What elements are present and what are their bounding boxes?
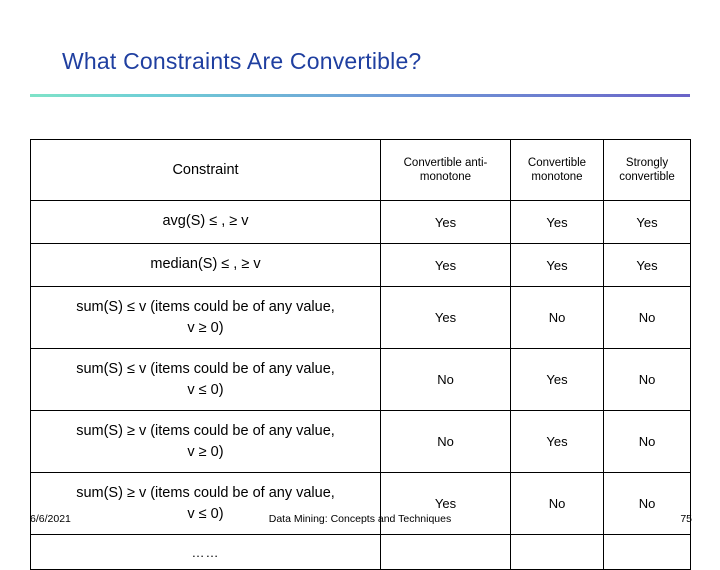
constraint-text: median(S) ≤ , ≥ v (150, 256, 261, 273)
value-monotone: Yes (510, 410, 604, 473)
value-monotone: Yes (510, 348, 604, 411)
value-monotone: Yes (510, 200, 604, 244)
value-strongly-convertible: No (603, 410, 691, 473)
value-anti-monotone: No (380, 410, 511, 473)
constraint-text-line1: sum(S) ≤ v (items could be of any value, (76, 361, 335, 378)
header-line-1: Convertible anti- (403, 156, 488, 169)
value-strongly-convertible: No (603, 286, 691, 349)
slide-footer: 6/6/2021 Data Mining: Concepts and Techn… (0, 504, 720, 540)
header-line-2: convertible (619, 171, 675, 183)
title-divider (30, 94, 690, 97)
constraint-cell: median(S) ≤ , ≥ v (30, 243, 381, 287)
table-header-row: Constraint Convertible anti- monotone Co… (30, 139, 691, 201)
column-header-constraint: Constraint (30, 139, 381, 201)
constraint-cell: sum(S) ≤ v (items could be of any value,… (30, 348, 381, 411)
slide: What Constraints Are Convertible? Constr… (0, 0, 720, 570)
constraint-text-line1: sum(S) ≥ v (items could be of any value, (76, 423, 335, 440)
table-row: sum(S) ≥ v (items could be of any value,… (30, 410, 691, 473)
value-strongly-convertible: Yes (603, 243, 691, 287)
value-anti-monotone: No (380, 348, 511, 411)
constraint-text: avg(S) ≤ , ≥ v (162, 213, 249, 230)
value-strongly-convertible: No (603, 348, 691, 411)
column-header-convertible-anti-monotone: Convertible anti- monotone (380, 139, 511, 201)
page-title: What Constraints Are Convertible? (62, 48, 422, 74)
value-monotone: No (510, 286, 604, 349)
header-line-1: Convertible (527, 156, 587, 169)
constraint-text-line1: sum(S) ≥ v (items could be of any value, (76, 485, 335, 502)
header-line-2: monotone (419, 171, 472, 183)
constraint-text-line1: sum(S) ≤ v (items could be of any value, (76, 299, 335, 316)
constraint-cell: sum(S) ≤ v (items could be of any value,… (30, 286, 381, 349)
header-line-2: monotone (531, 171, 583, 183)
table-row: sum(S) ≤ v (items could be of any value,… (30, 286, 691, 349)
table-row: avg(S) ≤ , ≥ v Yes Yes Yes (30, 200, 691, 244)
value-monotone: Yes (510, 243, 604, 287)
value-anti-monotone: Yes (380, 286, 511, 349)
table-row: median(S) ≤ , ≥ v Yes Yes Yes (30, 243, 691, 287)
column-header-strongly-convertible: Strongly convertible (603, 139, 691, 201)
table-row: sum(S) ≤ v (items could be of any value,… (30, 348, 691, 411)
constraint-text-line2: v ≤ 0) (187, 381, 224, 398)
value-anti-monotone: Yes (380, 200, 511, 244)
column-header-convertible-monotone: Convertible monotone (510, 139, 604, 201)
value-anti-monotone: Yes (380, 243, 511, 287)
constraint-text-line2: v ≥ 0) (187, 319, 224, 336)
constraint-text-line2: v ≥ 0) (187, 443, 224, 460)
footer-page-number: 75 (680, 513, 692, 525)
header-line-1: Strongly (625, 156, 669, 169)
constraint-cell: avg(S) ≤ , ≥ v (30, 200, 381, 244)
constraint-cell: sum(S) ≥ v (items could be of any value,… (30, 410, 381, 473)
footer-title: Data Mining: Concepts and Techniques (268, 513, 452, 525)
value-strongly-convertible: Yes (603, 200, 691, 244)
